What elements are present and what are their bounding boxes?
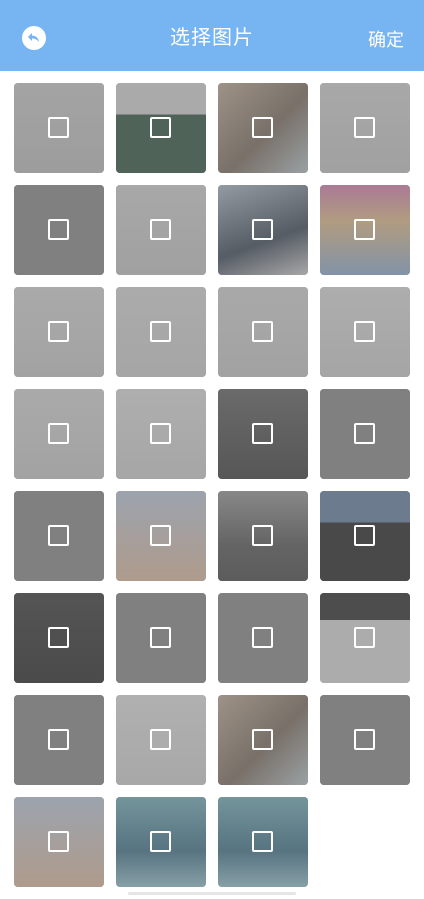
image-thumbnail[interactable] — [14, 83, 104, 173]
image-thumbnail[interactable] — [14, 287, 104, 377]
image-thumbnail[interactable] — [218, 389, 308, 479]
select-checkbox[interactable] — [48, 423, 69, 444]
image-thumbnail[interactable] — [116, 389, 206, 479]
home-indicator — [128, 892, 296, 895]
select-checkbox[interactable] — [252, 627, 273, 648]
image-thumbnail[interactable] — [14, 491, 104, 581]
image-thumbnail[interactable] — [14, 185, 104, 275]
select-checkbox[interactable] — [150, 627, 171, 648]
image-thumbnail[interactable] — [14, 797, 104, 887]
select-checkbox[interactable] — [48, 219, 69, 240]
select-checkbox[interactable] — [252, 117, 273, 138]
image-thumbnail[interactable] — [116, 491, 206, 581]
image-thumbnail[interactable] — [320, 695, 410, 785]
select-checkbox[interactable] — [354, 627, 375, 648]
select-checkbox[interactable] — [354, 117, 375, 138]
image-thumbnail[interactable] — [218, 185, 308, 275]
select-checkbox[interactable] — [48, 525, 69, 546]
image-thumbnail[interactable] — [116, 695, 206, 785]
select-checkbox[interactable] — [48, 321, 69, 342]
select-checkbox[interactable] — [150, 729, 171, 750]
image-thumbnail[interactable] — [14, 389, 104, 479]
image-thumbnail[interactable] — [218, 593, 308, 683]
image-thumbnail[interactable] — [218, 83, 308, 173]
image-thumbnail[interactable] — [14, 695, 104, 785]
select-checkbox[interactable] — [150, 117, 171, 138]
select-checkbox[interactable] — [354, 321, 375, 342]
select-checkbox[interactable] — [48, 831, 69, 852]
image-thumbnail[interactable] — [116, 593, 206, 683]
confirm-button[interactable]: 确定 — [368, 26, 404, 52]
image-thumbnail[interactable] — [320, 83, 410, 173]
select-checkbox[interactable] — [252, 831, 273, 852]
select-checkbox[interactable] — [48, 627, 69, 648]
page-title: 选择图片 — [170, 25, 254, 49]
back-arrow-icon[interactable] — [22, 26, 46, 50]
image-thumbnail[interactable] — [116, 287, 206, 377]
select-checkbox[interactable] — [252, 525, 273, 546]
image-thumbnail[interactable] — [320, 389, 410, 479]
image-thumbnail[interactable] — [116, 83, 206, 173]
select-checkbox[interactable] — [354, 525, 375, 546]
select-checkbox[interactable] — [150, 423, 171, 444]
header-bar: 选择图片 确定 — [0, 0, 424, 71]
select-checkbox[interactable] — [252, 423, 273, 444]
select-checkbox[interactable] — [150, 831, 171, 852]
select-checkbox[interactable] — [354, 423, 375, 444]
image-thumbnail[interactable] — [218, 287, 308, 377]
image-thumbnail[interactable] — [218, 695, 308, 785]
select-checkbox[interactable] — [252, 219, 273, 240]
select-checkbox[interactable] — [150, 219, 171, 240]
image-thumbnail[interactable] — [320, 593, 410, 683]
image-thumbnail[interactable] — [320, 185, 410, 275]
image-thumbnail[interactable] — [218, 797, 308, 887]
select-checkbox[interactable] — [252, 729, 273, 750]
image-thumbnail[interactable] — [320, 491, 410, 581]
select-checkbox[interactable] — [48, 729, 69, 750]
select-checkbox[interactable] — [354, 219, 375, 240]
image-thumbnail[interactable] — [116, 797, 206, 887]
select-checkbox[interactable] — [150, 321, 171, 342]
select-checkbox[interactable] — [252, 321, 273, 342]
image-thumbnail[interactable] — [116, 185, 206, 275]
image-thumbnail[interactable] — [320, 287, 410, 377]
image-thumbnail[interactable] — [14, 593, 104, 683]
select-checkbox[interactable] — [150, 525, 171, 546]
image-grid — [14, 83, 410, 887]
select-checkbox[interactable] — [354, 729, 375, 750]
select-checkbox[interactable] — [48, 117, 69, 138]
image-thumbnail[interactable] — [218, 491, 308, 581]
